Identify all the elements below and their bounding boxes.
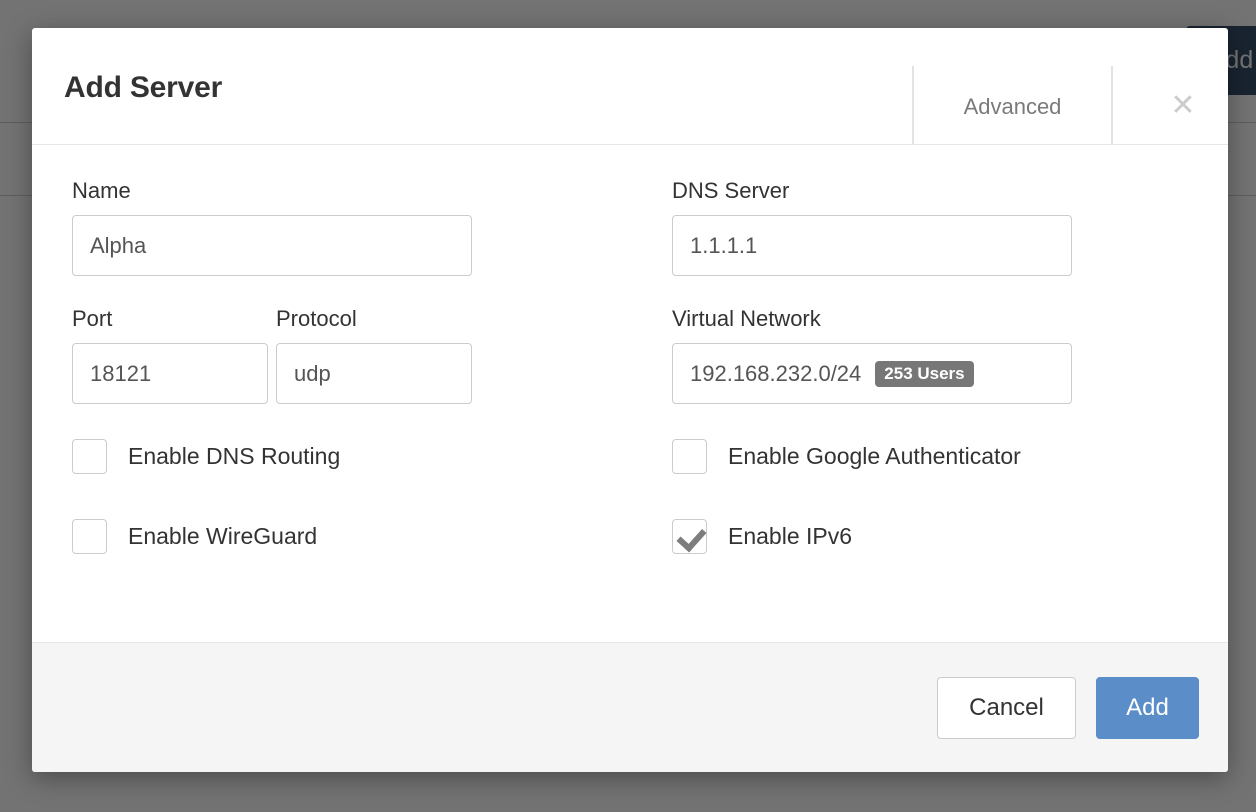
- checkbox-icon[interactable]: [72, 438, 107, 474]
- add-button[interactable]: Add: [1096, 676, 1199, 739]
- field-port: Port 18121: [72, 306, 268, 404]
- protocol-input[interactable]: udp: [276, 343, 472, 404]
- form-row-1: Name Alpha DNS Server 1.1.1.1: [72, 178, 1188, 276]
- checkbox-enable-wireguard[interactable]: Enable WireGuard: [72, 508, 672, 564]
- checkbox-label: Enable IPv6: [728, 522, 853, 549]
- tab-advanced[interactable]: Advanced: [914, 66, 1111, 120]
- checkbox-label: Enable WireGuard: [128, 522, 318, 549]
- checkbox-enable-google-authenticator[interactable]: Enable Google Authenticator: [672, 428, 1188, 484]
- dialog-tabs: Advanced: [912, 66, 1113, 144]
- checkbox-label: Enable Google Authenticator: [728, 442, 1021, 469]
- close-icon[interactable]: ✕: [1166, 90, 1200, 124]
- page-title: Add Server: [64, 71, 223, 104]
- field-name-label: Name: [72, 178, 131, 203]
- field-name: Name Alpha: [72, 178, 672, 276]
- field-dns-server-label: DNS Server: [672, 178, 790, 203]
- checkmark-icon[interactable]: [672, 518, 707, 554]
- virtual-network-value: 192.168.232.0/24: [690, 360, 862, 386]
- form-row-4: Enable WireGuard Enable IPv6: [72, 484, 1188, 564]
- field-port-protocol-group: Port 18121 Protocol udp: [72, 306, 672, 404]
- cancel-button[interactable]: Cancel: [937, 676, 1076, 739]
- field-port-label: Port: [72, 306, 113, 331]
- row-spacer: [72, 276, 1188, 306]
- name-input[interactable]: Alpha: [72, 215, 472, 276]
- field-protocol-label: Protocol: [276, 306, 357, 331]
- field-virtual-network: Virtual Network 192.168.232.0/24 253 Use…: [672, 306, 1188, 404]
- status-badge: 253 Users: [875, 360, 974, 387]
- form-row-2: Port 18121 Protocol udp Virtual Network …: [72, 306, 1188, 404]
- dialog-footer: Cancel Add: [32, 642, 1228, 772]
- port-input[interactable]: 18121: [72, 343, 268, 404]
- dialog-body: Name Alpha DNS Server 1.1.1.1 Port 18121…: [32, 145, 1228, 642]
- field-virtual-network-label: Virtual Network: [672, 306, 821, 331]
- dns-server-input[interactable]: 1.1.1.1: [672, 215, 1072, 276]
- checkbox-enable-ipv6[interactable]: Enable IPv6: [672, 508, 1188, 564]
- field-dns-server: DNS Server 1.1.1.1: [672, 178, 1188, 276]
- checkbox-label: Enable DNS Routing: [128, 442, 341, 469]
- field-protocol: Protocol udp: [276, 306, 472, 404]
- checkbox-enable-dns-routing[interactable]: Enable DNS Routing: [72, 428, 672, 484]
- checkbox-icon[interactable]: [72, 518, 107, 554]
- dialog-header: Add Server Advanced ✕: [32, 28, 1228, 145]
- form-row-3: Enable DNS Routing Enable Google Authent…: [72, 404, 1188, 484]
- checkbox-icon[interactable]: [672, 438, 707, 474]
- virtual-network-input[interactable]: 192.168.232.0/24 253 Users: [672, 343, 1072, 404]
- add-server-dialog: Add Server Advanced ✕ Name Alpha DNS Ser…: [32, 28, 1228, 772]
